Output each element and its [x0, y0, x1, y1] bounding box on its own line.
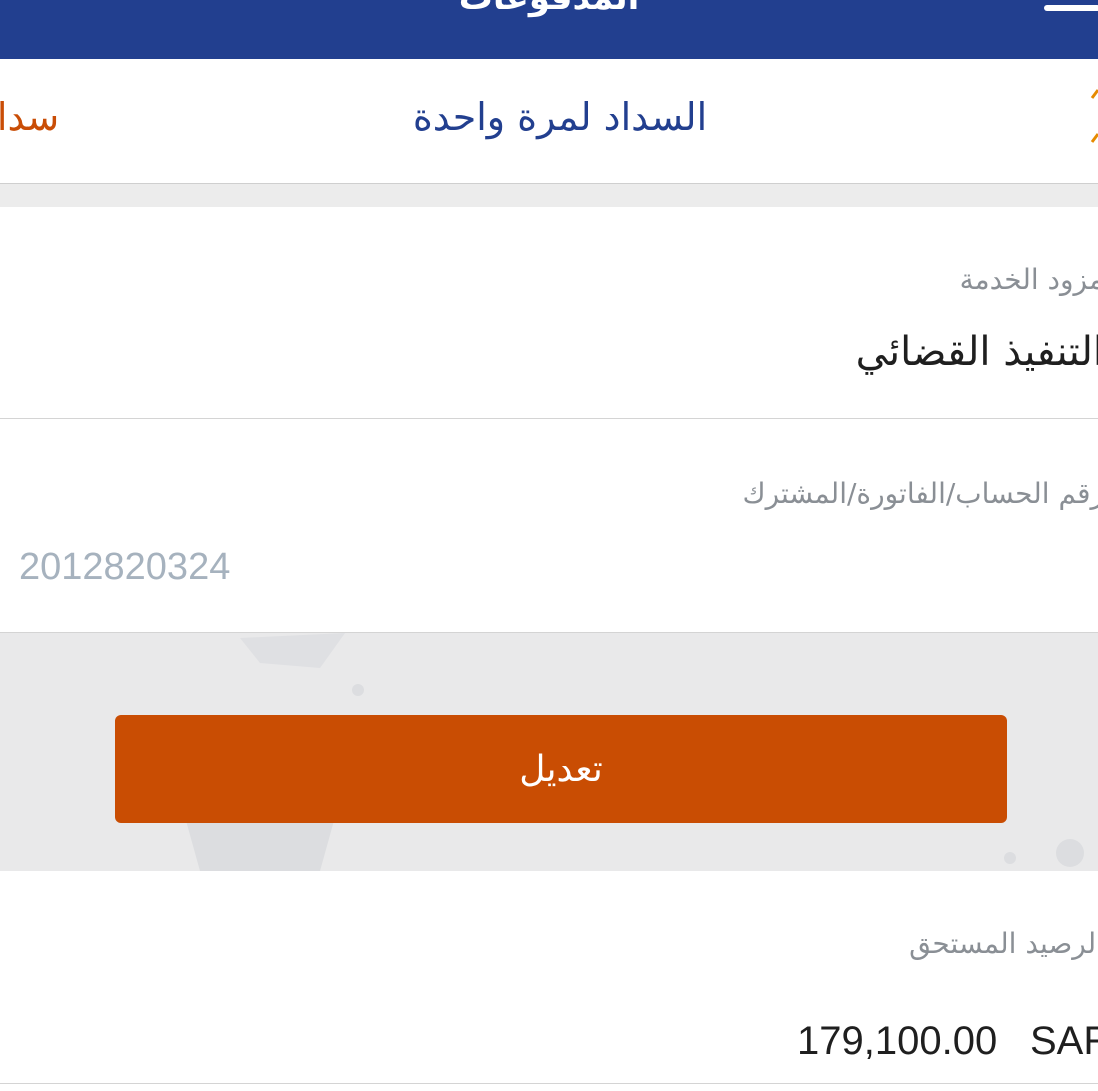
tab-scroll-icon: [1090, 89, 1098, 143]
provider-field[interactable]: مزود الخدمة التنفيذ القضائي: [0, 207, 1098, 419]
provider-value: التنفيذ القضائي: [855, 329, 1098, 375]
account-field[interactable]: رقم الحساب/الفاتورة/المشترك 2012820324: [0, 419, 1098, 633]
section-divider: [0, 184, 1098, 207]
menu-icon[interactable]: [1040, 0, 1098, 20]
balance-currency: SAR: [1030, 1019, 1098, 1063]
account-label: رقم الحساب/الفاتورة/المشترك: [742, 477, 1098, 510]
edit-section: تعديل: [0, 633, 1098, 871]
account-value: 2012820324: [19, 546, 231, 588]
app-bar: المدفوعات: [0, 0, 1098, 59]
tab-one-time-payment[interactable]: السداد لمرة واحدة: [370, 95, 750, 139]
balance-field: الرصيد المستحق 179,100.00 SAR: [0, 871, 1098, 1084]
balance-amount: 179,100.00: [797, 1019, 998, 1063]
balance-label: الرصيد المستحق: [909, 927, 1098, 960]
tab-sadad[interactable]: سداد: [0, 95, 59, 139]
page-title: المدفوعات: [0, 0, 1098, 18]
edit-button[interactable]: تعديل: [115, 715, 1007, 823]
provider-label: مزود الخدمة: [959, 263, 1098, 296]
